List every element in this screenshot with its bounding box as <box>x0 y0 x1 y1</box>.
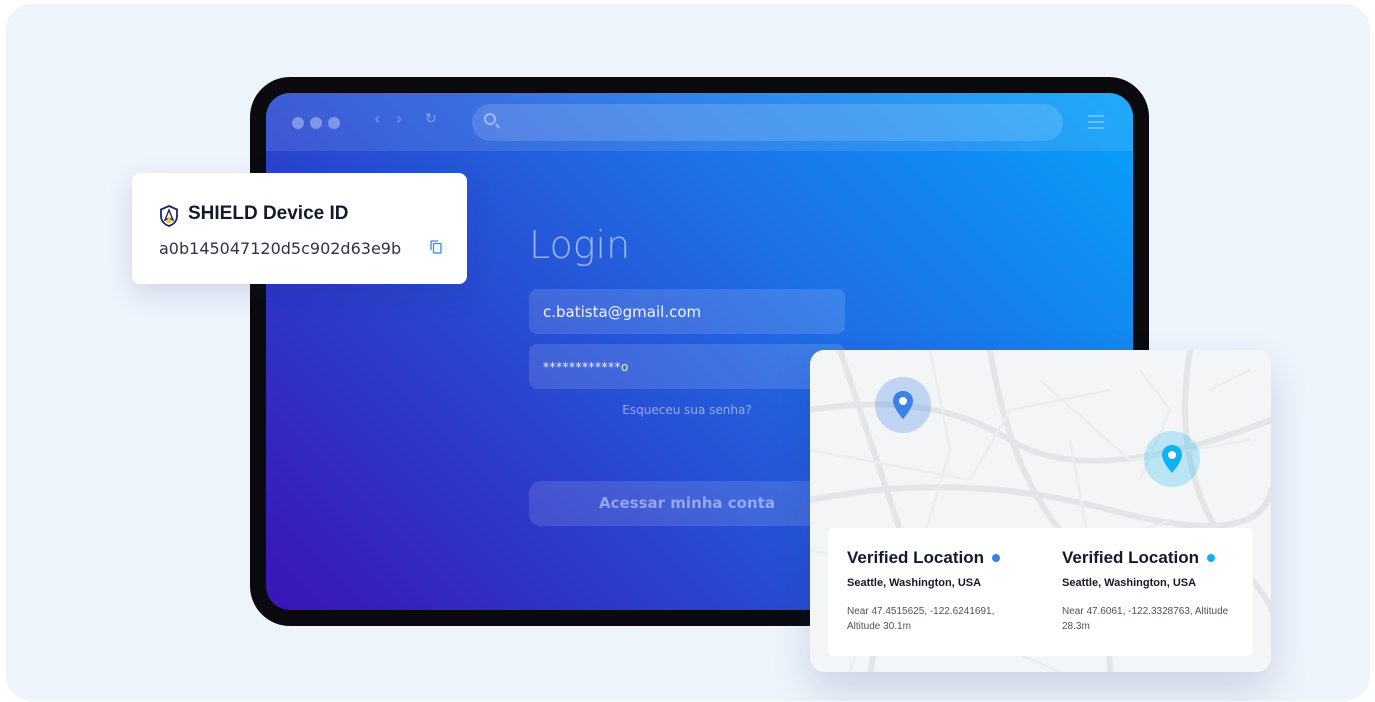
location-city: Seattle, Washington, USA <box>847 577 982 589</box>
location-pin-b[interactable] <box>1144 431 1200 487</box>
copy-icon[interactable] <box>430 240 442 254</box>
location-title: Verified Location <box>847 548 984 567</box>
login-title: Login <box>529 223 631 267</box>
location-city: Seattle, Washington, USA <box>1062 577 1197 589</box>
location-block: Verified Location Seattle, Washington, U… <box>847 548 1047 634</box>
map-pin-icon <box>1162 445 1182 473</box>
location-coordinates: Near 47.4515625, -122.6241691, Altitude … <box>847 606 995 632</box>
forgot-password-link[interactable]: Esqueceu sua senha? <box>529 403 845 417</box>
status-dot-icon <box>1206 554 1215 562</box>
search-icon <box>484 113 496 125</box>
window-dot-icon[interactable] <box>292 117 304 129</box>
browser-toolbar: ‹ › ↻ <box>266 93 1133 151</box>
address-bar[interactable] <box>472 104 1063 141</box>
location-info-panel: Verified Location Seattle, Washington, U… <box>828 528 1253 656</box>
status-dot-icon <box>991 554 1000 562</box>
shield-icon <box>160 205 178 227</box>
window-controls <box>292 117 340 129</box>
window-dot-icon[interactable] <box>328 117 340 129</box>
reload-icon[interactable]: ↻ <box>425 111 437 127</box>
map-card: Verified Location Seattle, Washington, U… <box>810 350 1271 672</box>
password-field[interactable]: ************o <box>529 344 845 389</box>
menu-icon[interactable] <box>1088 115 1104 133</box>
location-title: Verified Location <box>1062 548 1199 567</box>
location-pin-a[interactable] <box>875 377 931 433</box>
window-dot-icon[interactable] <box>310 117 322 129</box>
device-id-card: SHIELD Device ID a0b145047120d5c902d63e9… <box>132 173 467 284</box>
email-field[interactable]: c.batista@gmail.com <box>529 289 845 334</box>
device-id-value: a0b145047120d5c902d63e9b <box>159 239 402 258</box>
location-coordinates: Near 47.6061, -122.3328763, Altitude 28.… <box>1062 606 1229 632</box>
back-icon[interactable]: ‹ <box>374 109 380 128</box>
location-block: Verified Location Seattle, Washington, U… <box>1062 548 1262 634</box>
map-pin-icon <box>893 391 913 419</box>
forward-icon[interactable]: › <box>396 109 402 128</box>
login-submit-button[interactable]: Acessar minha conta <box>529 481 845 526</box>
device-id-title: SHIELD Device ID <box>188 203 349 224</box>
